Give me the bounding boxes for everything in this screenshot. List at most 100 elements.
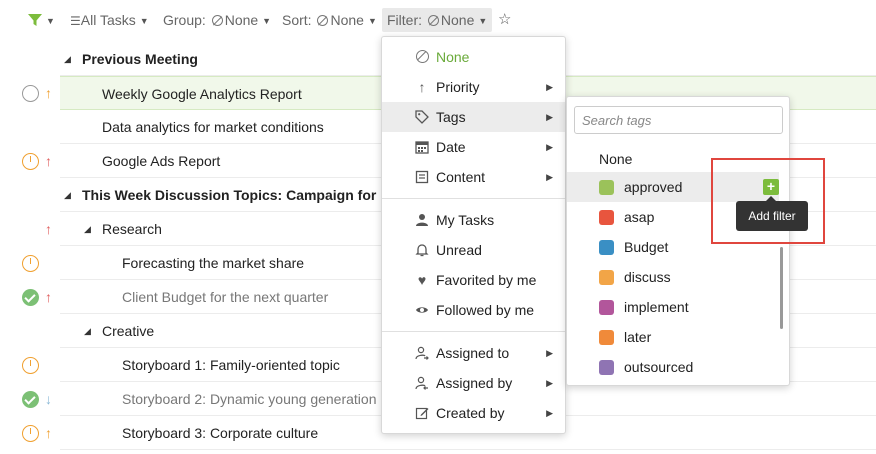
tag-label: implement (624, 299, 689, 315)
task-title: Weekly Google Analytics Report (102, 86, 302, 102)
heart-icon: ♥ (417, 272, 427, 288)
sort-value: None (330, 12, 364, 28)
tag-color-swatch (599, 240, 614, 255)
filter-priority-item[interactable]: ↑ Priority ▶ (382, 72, 565, 102)
sort-label: Sort: (282, 12, 312, 28)
submenu-arrow-icon: ▶ (546, 112, 553, 122)
collapse-triangle-icon[interactable]: ◢ (64, 178, 71, 212)
priority-up-icon: ↑ (45, 153, 52, 169)
completed-check-icon[interactable] (22, 391, 39, 408)
filter-my-tasks-item[interactable]: My Tasks (382, 205, 565, 235)
submenu-arrow-icon: ▶ (546, 172, 553, 182)
priority-up-icon: ↑ (45, 425, 52, 441)
tag-label: later (624, 329, 652, 345)
subsection-title: Research (102, 221, 162, 237)
menu-item-label: Followed by me (436, 302, 535, 318)
tag-search-input[interactable] (574, 106, 783, 134)
filter-label: Filter: (387, 12, 422, 28)
funnel-icon (28, 14, 42, 26)
filter-date-item[interactable]: Date ▶ (382, 132, 565, 162)
filter-created-by-item[interactable]: Created by ▶ (382, 398, 565, 428)
sort-dropdown[interactable]: Sort: None ▼ (282, 9, 377, 31)
filter-favorited-item[interactable]: ♥ Favorited by me (382, 265, 565, 295)
task-title: Storyboard 3: Corporate culture (122, 425, 319, 441)
arrow-up-icon: ↑ (418, 79, 426, 95)
all-tasks-label: All Tasks (80, 12, 136, 28)
subsection-title: Creative (102, 323, 155, 339)
collapse-triangle-icon[interactable]: ◢ (84, 212, 91, 246)
tag-none-item[interactable]: None (599, 144, 632, 174)
filter-tags-item[interactable]: Tags ▶ (382, 102, 565, 132)
quick-filter-button[interactable]: ▼ (28, 9, 55, 31)
menu-item-label: Created by (436, 405, 505, 421)
filter-assigned-to-item[interactable]: Assigned to ▶ (382, 338, 565, 368)
none-icon (211, 15, 223, 26)
section-title: Previous Meeting (82, 51, 198, 67)
menu-item-label: Favorited by me (436, 272, 537, 288)
filter-assigned-by-item[interactable]: Assigned by ▶ (382, 368, 565, 398)
group-label: Group: (163, 12, 206, 28)
filter-dropdown[interactable]: Filter: None ▼ (382, 8, 493, 32)
task-title: Forecasting the market share (122, 255, 305, 271)
bell-icon (414, 235, 430, 265)
highlight-box (711, 158, 825, 244)
chevron-down-icon: ▼ (46, 16, 55, 26)
document-icon (414, 162, 430, 192)
chevron-down-icon: ▼ (478, 16, 488, 26)
menu-item-label: Assigned by (436, 375, 513, 391)
submenu-arrow-icon: ▶ (546, 142, 553, 152)
filter-followed-item[interactable]: Followed by me (382, 295, 565, 325)
calendar-icon (414, 132, 430, 162)
none-icon (414, 42, 430, 72)
filter-none-item[interactable]: None (382, 42, 565, 72)
group-dropdown[interactable]: Group: None ▼ (163, 9, 271, 31)
in-progress-icon[interactable] (22, 425, 39, 442)
status-circle-icon[interactable] (22, 85, 39, 102)
toolbar: ▼ ☰All Tasks ▼ Group: None ▼ Sort: None ▼ F… (0, 0, 876, 40)
tag-item-discuss[interactable]: discuss (567, 262, 779, 292)
tag-item-later[interactable]: later (567, 322, 779, 352)
tag-color-swatch (599, 330, 614, 345)
in-progress-icon[interactable] (22, 153, 39, 170)
menu-item-label: My Tasks (436, 212, 495, 228)
priority-up-icon: ↑ (45, 85, 52, 101)
completed-check-icon[interactable] (22, 289, 39, 306)
tag-item-implement[interactable]: implement (567, 292, 779, 322)
star-icon[interactable]: ☆ (498, 9, 511, 31)
menu-item-label: Content (436, 169, 486, 185)
collapse-triangle-icon[interactable]: ◢ (64, 42, 71, 76)
filter-content-item[interactable]: Content ▶ (382, 162, 565, 192)
in-progress-icon[interactable] (22, 255, 39, 272)
chevron-down-icon: ▼ (367, 16, 377, 26)
menu-item-label: None (436, 49, 470, 65)
task-title: Data analytics for market conditions (102, 119, 324, 135)
filter-unread-item[interactable]: Unread (382, 235, 565, 265)
list-icon: ☰ (70, 14, 81, 28)
chevron-down-icon: ▼ (262, 16, 272, 26)
tags-scrollbar[interactable] (780, 247, 783, 329)
menu-item-label: Unread (436, 242, 482, 258)
chevron-down-icon: ▼ (139, 16, 149, 26)
in-progress-icon[interactable] (22, 357, 39, 374)
all-tasks-dropdown[interactable]: ☰All Tasks ▼ (70, 9, 149, 31)
submenu-arrow-icon: ▶ (546, 408, 553, 418)
tag-label: Budget (624, 239, 669, 255)
tag-label: approved (624, 179, 683, 195)
priority-up-icon: ↑ (45, 221, 52, 237)
collapse-triangle-icon[interactable]: ◢ (84, 314, 91, 348)
tag-color-swatch (599, 210, 614, 225)
priority-down-icon: ↓ (45, 391, 52, 407)
tag-color-swatch (599, 180, 614, 195)
eye-icon (414, 295, 430, 325)
menu-item-label: Assigned to (436, 345, 510, 361)
tag-color-swatch (599, 360, 614, 375)
group-value: None (224, 12, 259, 28)
tag-icon (414, 102, 430, 132)
menu-item-label: Priority (436, 79, 480, 95)
user-arrow-icon (414, 338, 430, 368)
tag-color-swatch (599, 270, 614, 285)
tag-item-outsourced[interactable]: outsourced (567, 352, 779, 382)
task-title: Google Ads Report (102, 153, 221, 169)
priority-up-icon: ↑ (45, 289, 52, 305)
user-arrow-icon (414, 368, 430, 398)
